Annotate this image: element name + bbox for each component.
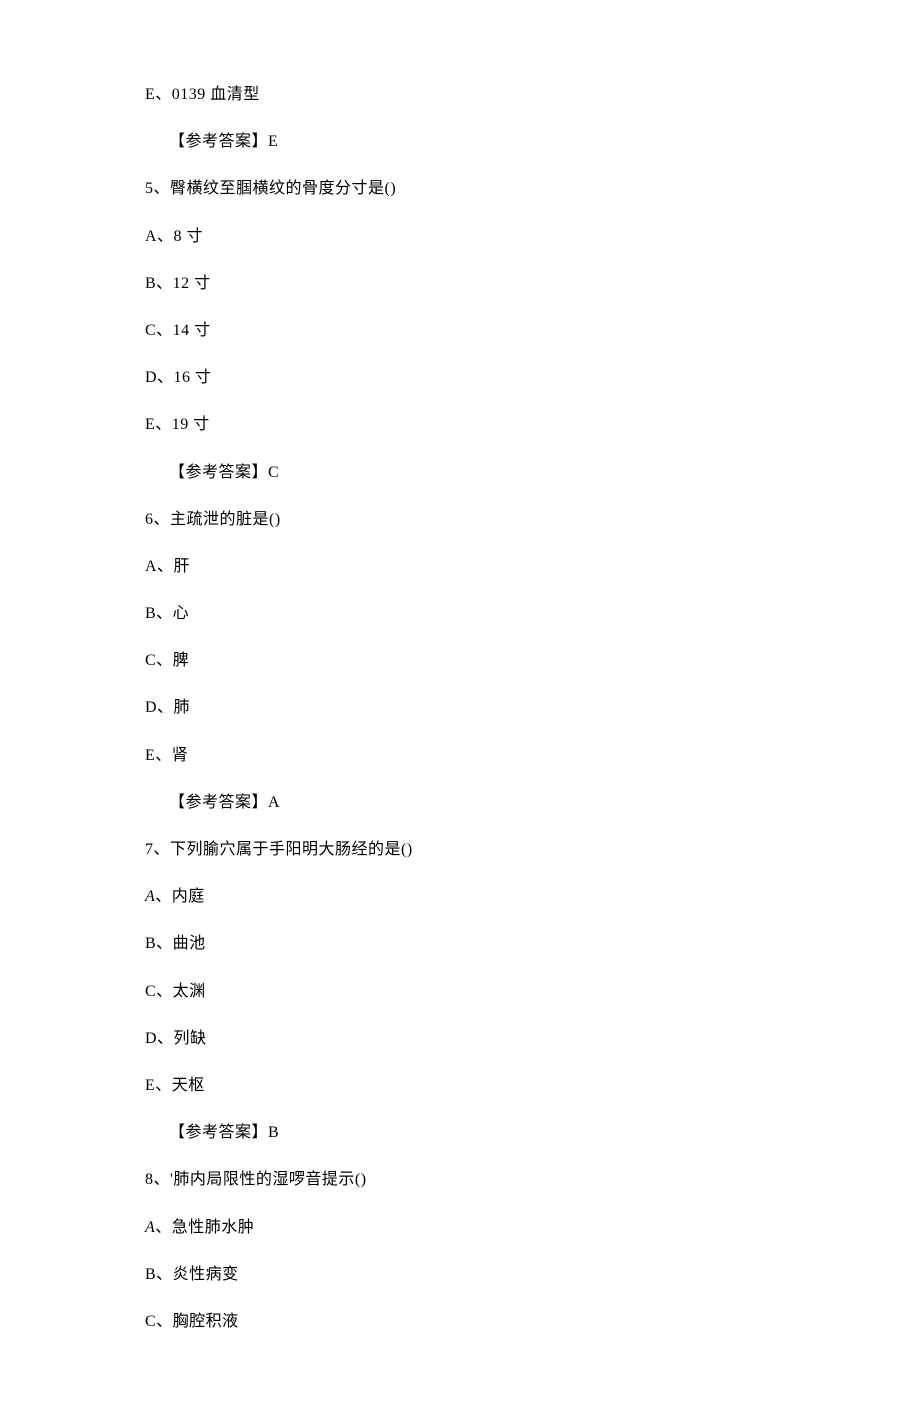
text-line: A、急性肺水肿 — [145, 1218, 775, 1237]
text-line: 【参考答案】A — [145, 793, 775, 812]
text-line: B、心 — [145, 604, 775, 623]
text-line: C、太渊 — [145, 982, 775, 1001]
text-line: A、肝 — [145, 557, 775, 576]
text-line: 6、主疏泄的脏是() — [145, 510, 775, 529]
italic-letter: A — [145, 1219, 155, 1236]
text-line: D、肺 — [145, 698, 775, 717]
text-line: E、天枢 — [145, 1076, 775, 1095]
text-line: B、曲池 — [145, 934, 775, 953]
text-line: C、14 寸 — [145, 321, 775, 340]
text-rest: 、急性肺水肿 — [155, 1219, 254, 1236]
text-line: 【参考答案】C — [145, 463, 775, 482]
text-line: E、肾 — [145, 746, 775, 765]
text-line: A、8 寸 — [145, 227, 775, 246]
text-line: 【参考答案】E — [145, 132, 775, 151]
text-line: E、19 寸 — [145, 415, 775, 434]
text-line: 【参考答案】B — [145, 1123, 775, 1142]
document-content: E、0139 血清型【参考答案】E 5、臀横纹至腘横纹的骨度分寸是() A、8 寸 B… — [145, 85, 775, 1331]
text-line: D、列缺 — [145, 1029, 775, 1048]
text-line: C、脾 — [145, 651, 775, 670]
text-line: B、12 寸 — [145, 274, 775, 293]
text-line: B、炎性病变 — [145, 1265, 775, 1284]
text-line: 7、下列腧穴属于手阳明大肠经的是() — [145, 840, 775, 859]
text-line: 8、'肺内局限性的湿啰音提示() — [145, 1170, 775, 1189]
text-rest: 、内庭 — [155, 888, 205, 905]
text-line: E、0139 血清型 — [145, 85, 775, 104]
text-line: D、16 寸 — [145, 368, 775, 387]
text-line: C、胸腔积液 — [145, 1312, 775, 1331]
text-line: A、内庭 — [145, 887, 775, 906]
text-line: 5、臀横纹至腘横纹的骨度分寸是() — [145, 179, 775, 198]
italic-letter: A — [145, 888, 155, 905]
